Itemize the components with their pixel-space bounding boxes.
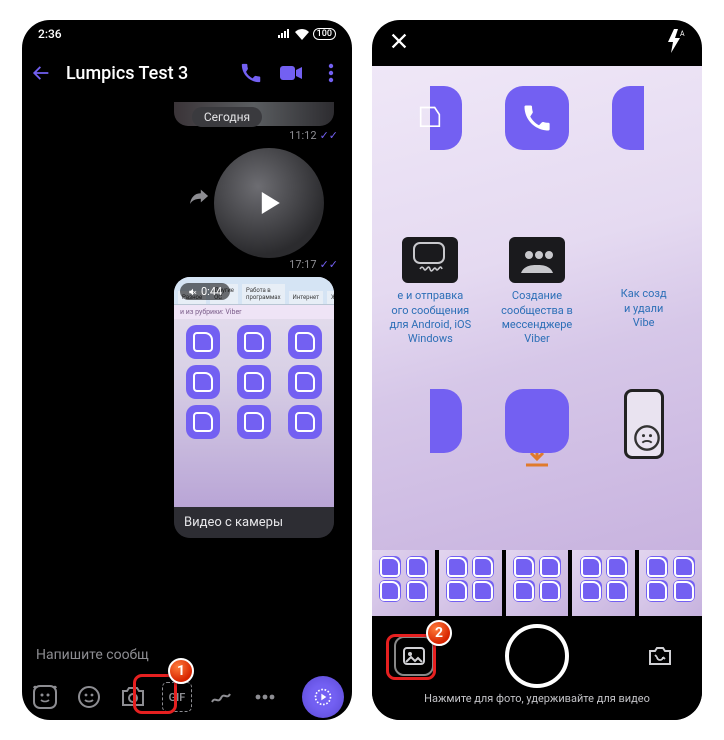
viewfinder-caption: Как созди удалиVibe bbox=[619, 287, 669, 330]
preview-subheading: и из рубрики: Viber bbox=[174, 305, 334, 319]
status-time: 2:36 bbox=[38, 27, 62, 41]
viber-icon bbox=[186, 325, 220, 359]
preview-icon-grid bbox=[174, 319, 334, 445]
switch-camera-button[interactable] bbox=[640, 636, 680, 676]
video-message-bubble[interactable] bbox=[214, 148, 324, 258]
viber-icon bbox=[186, 365, 220, 399]
signal-icon bbox=[277, 29, 291, 39]
forward-button[interactable] bbox=[188, 186, 210, 208]
scribble-icon bbox=[209, 685, 233, 709]
video-thumbnail: 0:44 РазноеДругие ОСРабота в программахИ… bbox=[174, 277, 334, 507]
video-caption: Видео с камеры bbox=[174, 507, 334, 538]
doodle-button[interactable] bbox=[206, 682, 236, 712]
open-gallery-button[interactable] bbox=[394, 636, 434, 676]
camera-header: A bbox=[372, 20, 702, 66]
phone-icon bbox=[240, 62, 262, 84]
flash-toggle-button[interactable]: A bbox=[666, 29, 686, 57]
battery-indicator: 100 bbox=[313, 28, 336, 40]
viber-icon bbox=[237, 405, 271, 439]
mute-icon bbox=[188, 287, 198, 297]
input-placeholder: Напишите сообщ bbox=[36, 647, 149, 663]
flash-auto-icon: A bbox=[666, 29, 686, 53]
status-bar: 2:36 100 bbox=[22, 20, 352, 48]
camera-icon bbox=[120, 686, 146, 708]
phone-chat-screen: 2:36 100 Lumpics Test 3 Сегодня 11:12 ✓✓ bbox=[22, 20, 352, 720]
gallery-thumbnail[interactable] bbox=[372, 550, 435, 616]
audio-message-overlay-icon bbox=[402, 237, 458, 283]
date-separator: Сегодня bbox=[192, 107, 262, 127]
viber-icon bbox=[505, 86, 569, 150]
more-attachments-button[interactable] bbox=[250, 682, 280, 712]
gallery-thumbnail[interactable] bbox=[439, 550, 502, 616]
viewfinder-caption: е и отправкаого сообщениядля Android, iO… bbox=[387, 289, 473, 346]
viber-icon bbox=[237, 325, 271, 359]
attachment-toolbar: GIF bbox=[22, 674, 352, 720]
camera-button[interactable] bbox=[118, 682, 148, 712]
svg-text:A: A bbox=[680, 30, 685, 38]
message-input[interactable]: Напишите сообщ bbox=[22, 636, 352, 674]
forward-button[interactable] bbox=[168, 618, 190, 620]
arrow-left-icon bbox=[30, 62, 52, 84]
gallery-icon bbox=[402, 646, 426, 666]
more-horizontal-icon bbox=[254, 693, 276, 701]
chat-header: Lumpics Test 3 bbox=[22, 48, 352, 98]
wifi-icon bbox=[295, 29, 309, 40]
forward-arrow-icon bbox=[188, 186, 210, 206]
message-timestamp: 17:17 ✓✓ bbox=[34, 258, 338, 271]
read-receipt-icon: ✓✓ bbox=[320, 129, 338, 142]
phone-camera-screen: A е и отправкаого сообщениядля Android, … bbox=[372, 20, 702, 720]
gallery-thumbnail[interactable] bbox=[572, 550, 635, 616]
gallery-thumbnail[interactable] bbox=[506, 550, 569, 616]
video-camera-icon bbox=[279, 64, 303, 82]
smiley-icon bbox=[77, 685, 101, 709]
recent-photos-strip[interactable] bbox=[372, 550, 702, 616]
send-button[interactable] bbox=[302, 676, 344, 718]
viewfinder-content: е и отправкаого сообщениядля Android, iO… bbox=[372, 66, 702, 550]
viewfinder-caption: Создание сообщества вмессенджере Viber bbox=[489, 289, 586, 346]
video-call-button[interactable] bbox=[278, 64, 304, 82]
shutter-button[interactable] bbox=[505, 624, 569, 688]
gif-button[interactable]: GIF bbox=[162, 682, 192, 712]
viber-icon bbox=[237, 365, 271, 399]
viber-icon bbox=[288, 405, 322, 439]
more-vertical-icon bbox=[328, 63, 334, 83]
viber-icon bbox=[612, 86, 676, 150]
chat-messages[interactable]: Сегодня 11:12 ✓✓ 17:17 ✓✓ 0:44 bbox=[22, 98, 352, 620]
community-overlay-icon bbox=[509, 237, 565, 283]
viber-icon bbox=[398, 389, 462, 453]
camera-viewfinder[interactable]: е и отправкаого сообщениядля Android, iO… bbox=[372, 66, 702, 550]
chat-title[interactable]: Lumpics Test 3 bbox=[66, 63, 224, 84]
switch-camera-icon bbox=[646, 644, 674, 668]
more-menu-button[interactable] bbox=[318, 63, 344, 83]
camera-controls: Нажмите для фото, удерживайте для видео bbox=[372, 616, 702, 720]
viber-icon bbox=[288, 325, 322, 359]
play-circle-icon bbox=[313, 687, 333, 707]
video-duration-badge: 0:44 bbox=[180, 283, 230, 300]
viber-icon bbox=[505, 389, 569, 453]
play-icon bbox=[262, 192, 280, 214]
sticker-face-icon bbox=[32, 684, 58, 710]
forward-arrow-icon bbox=[168, 618, 190, 620]
close-icon bbox=[388, 30, 410, 52]
viber-icon bbox=[186, 405, 220, 439]
gallery-thumbnail[interactable] bbox=[639, 550, 702, 616]
video-attachment-bubble[interactable]: 0:44 РазноеДругие ОСРабота в программахИ… bbox=[174, 277, 334, 538]
phone-frame-icon bbox=[624, 389, 664, 459]
read-receipt-icon: ✓✓ bbox=[320, 258, 338, 271]
sticker-button[interactable] bbox=[30, 682, 60, 712]
camera-hint-text: Нажмите для фото, удерживайте для видео bbox=[424, 692, 650, 705]
back-button[interactable] bbox=[30, 62, 52, 84]
status-indicators: 100 bbox=[277, 28, 336, 40]
message-timestamp: 11:12 ✓✓ bbox=[34, 129, 338, 142]
emoji-button[interactable] bbox=[74, 682, 104, 712]
viber-icon bbox=[398, 86, 462, 150]
viber-icon bbox=[288, 365, 322, 399]
voice-call-button[interactable] bbox=[238, 62, 264, 84]
close-camera-button[interactable] bbox=[388, 30, 410, 56]
